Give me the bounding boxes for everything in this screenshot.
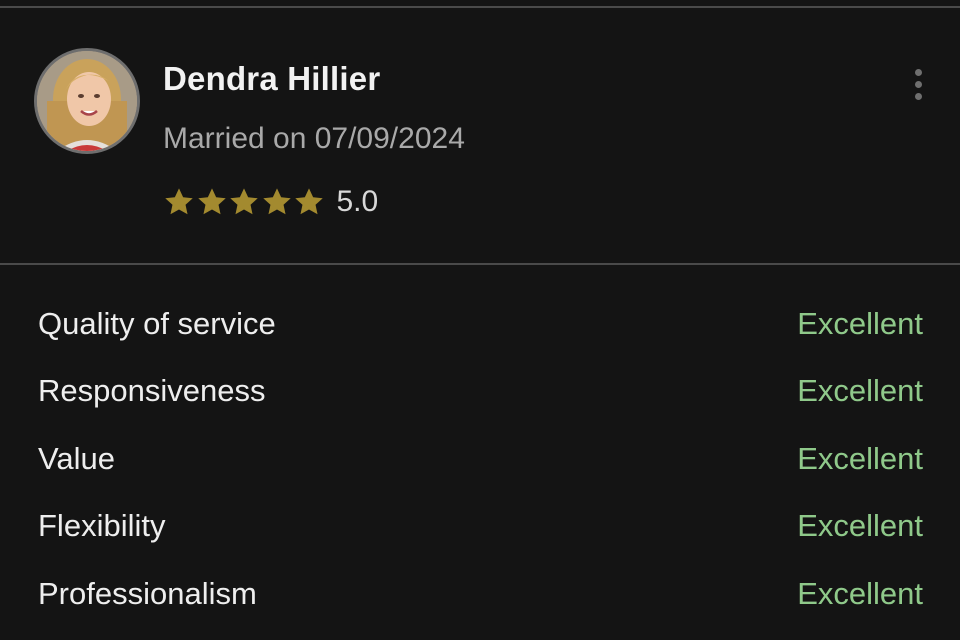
rating-item-value: Value Excellent (38, 425, 923, 493)
rating-item-quality: Quality of service Excellent (38, 290, 923, 358)
star-icon (262, 188, 291, 215)
category-value: Excellent (797, 508, 923, 544)
category-label: Flexibility (38, 508, 166, 544)
more-options-button[interactable] (904, 64, 932, 104)
category-value: Excellent (797, 575, 923, 611)
rating-value: 5.0 (336, 185, 379, 218)
star-icon (230, 188, 258, 215)
category-value: Excellent (797, 440, 923, 476)
star-rating (163, 186, 326, 218)
vertical-ellipsis-icon (914, 80, 922, 88)
rating-item-professionalism: Professionalism Excellent (38, 560, 923, 628)
reviewer-avatar (34, 48, 140, 154)
category-label: Value (38, 440, 115, 476)
star-icon (197, 188, 226, 215)
rating-item-responsiveness: Responsiveness Excellent (38, 358, 923, 426)
overall-rating: 5.0 (163, 182, 378, 222)
category-value: Excellent (797, 373, 923, 409)
vertical-ellipsis-icon (914, 68, 922, 76)
review-header: Dendra Hillier Married on 07/09/2024 5.0 (0, 8, 960, 263)
vertical-ellipsis-icon (914, 92, 922, 100)
category-label: Quality of service (38, 305, 276, 341)
review-card: Dendra Hillier Married on 07/09/2024 5.0… (0, 0, 960, 640)
star-icon (165, 188, 193, 215)
category-label: Professionalism (38, 575, 257, 611)
category-value: Excellent (797, 305, 923, 341)
section-divider (0, 263, 960, 265)
category-ratings: Quality of service Excellent Responsiven… (38, 290, 923, 628)
reviewer-name: Dendra Hillier (163, 60, 381, 97)
category-label: Responsiveness (38, 373, 266, 409)
wedding-date: Married on 07/09/2024 (163, 122, 465, 155)
rating-item-flexibility: Flexibility Excellent (38, 493, 923, 561)
star-icon (295, 188, 323, 215)
